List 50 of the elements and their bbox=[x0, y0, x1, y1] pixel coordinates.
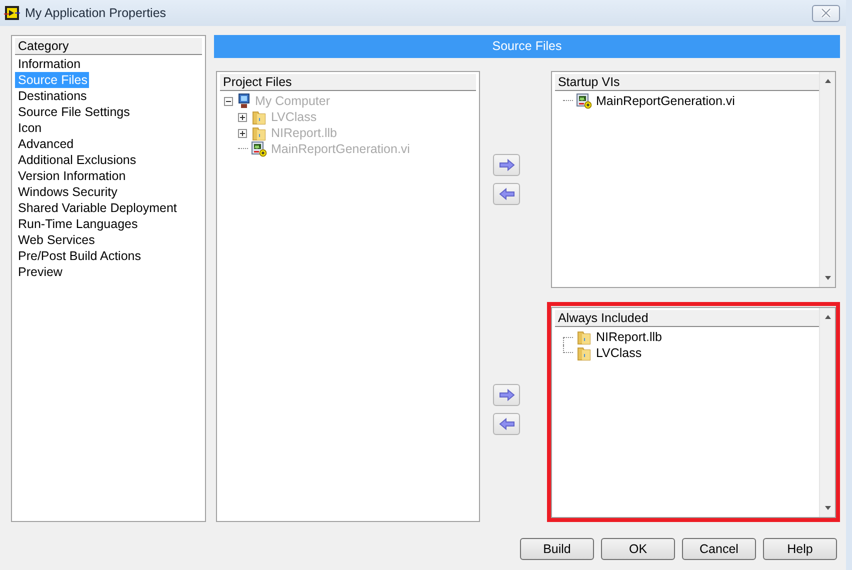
category-item[interactable]: Icon bbox=[15, 120, 44, 136]
list-header: Startup VIs bbox=[554, 74, 819, 91]
folder-icon bbox=[251, 125, 267, 141]
folder-icon bbox=[576, 329, 592, 345]
computer-icon bbox=[237, 93, 251, 109]
category-item[interactable]: Preview bbox=[15, 264, 64, 280]
category-item[interactable]: Version Information bbox=[15, 168, 128, 184]
scrollbar[interactable] bbox=[819, 308, 835, 517]
close-icon bbox=[819, 6, 833, 20]
remove-button[interactable] bbox=[493, 183, 520, 205]
category-item[interactable]: Information bbox=[15, 56, 83, 72]
left-arrow-icon bbox=[498, 186, 516, 202]
scrollbar[interactable] bbox=[819, 72, 835, 287]
add-button[interactable] bbox=[493, 154, 520, 176]
folder-icon bbox=[251, 109, 267, 125]
window-title: My Application Properties bbox=[25, 6, 168, 20]
category-item[interactable]: Destinations bbox=[15, 88, 89, 104]
vi-file-icon bbox=[576, 93, 592, 109]
scroll-up-icon[interactable] bbox=[824, 78, 832, 84]
category-item[interactable]: Source File Settings bbox=[15, 104, 132, 120]
list-header: Category bbox=[15, 38, 202, 55]
category-item[interactable]: Advanced bbox=[15, 136, 76, 152]
list-header: Always Included bbox=[554, 310, 819, 327]
close-button[interactable] bbox=[812, 4, 840, 22]
category-item[interactable]: Additional Exclusions bbox=[15, 152, 138, 168]
list-header: Project Files bbox=[220, 74, 476, 91]
category-item[interactable]: Web Services bbox=[15, 232, 97, 248]
category-item[interactable]: Windows Security bbox=[15, 184, 120, 200]
folder-icon bbox=[576, 345, 592, 361]
add-button[interactable] bbox=[493, 384, 520, 406]
right-arrow-icon bbox=[498, 386, 516, 402]
dialog-button[interactable]: Help bbox=[763, 538, 837, 560]
category-item[interactable]: Run-Time Languages bbox=[15, 216, 140, 232]
app-logo-icon bbox=[4, 5, 20, 21]
list-item[interactable]: MainReportGeneration.vi bbox=[596, 94, 735, 108]
category-item[interactable]: Pre/Post Build Actions bbox=[15, 248, 143, 264]
vi-file-icon bbox=[251, 141, 267, 157]
dialog-button[interactable]: Cancel bbox=[682, 538, 756, 560]
page-title: Source Files bbox=[214, 35, 840, 58]
dialog-button[interactable]: OK bbox=[601, 538, 675, 560]
category-item[interactable]: Shared Variable Deployment bbox=[15, 200, 179, 216]
right-arrow-icon bbox=[498, 157, 516, 173]
scroll-down-icon[interactable] bbox=[824, 505, 832, 511]
scroll-up-icon[interactable] bbox=[824, 314, 832, 320]
left-arrow-icon bbox=[498, 416, 516, 432]
list-item[interactable]: NIReport.llb bbox=[596, 330, 662, 344]
remove-button[interactable] bbox=[493, 412, 520, 434]
scroll-down-icon[interactable] bbox=[824, 275, 832, 281]
list-item[interactable]: LVClass bbox=[596, 346, 642, 360]
dialog-button[interactable]: Build bbox=[520, 538, 594, 560]
